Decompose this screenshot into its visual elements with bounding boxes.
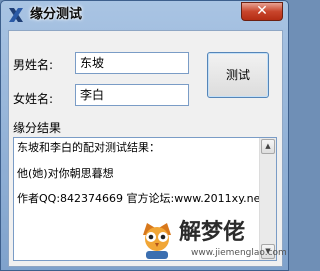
result-label: 缘分结果 (13, 121, 62, 135)
watermark-url: www.jiemenglao.com (191, 248, 287, 258)
result-line: 他(她)对你朝思暮想 (17, 167, 114, 180)
female-name-label: 女姓名: (13, 92, 54, 106)
male-name-label: 男姓名: (13, 58, 54, 72)
watermark-logo: 解梦佬 www.jiemenglao.com (137, 219, 287, 263)
watermark-name: 解梦佬 (179, 220, 246, 245)
test-button[interactable]: 测试 (207, 52, 269, 98)
result-line: 作者QQ:842374669 官方论坛:www.2011xy.net (17, 192, 265, 205)
window-title: 缘分测试 (30, 7, 83, 22)
close-icon: ✕ (256, 3, 268, 19)
client-area: 男姓名: 东坡 女姓名: 李白 测试 缘分结果 东坡和李白的配对测试结果： 他(… (8, 30, 287, 267)
scroll-up-arrow-icon[interactable]: ▲ (261, 139, 275, 154)
owl-mascot-icon (143, 223, 171, 259)
result-line: 东坡和李白的配对测试结果： (17, 141, 160, 154)
x-logo-icon (9, 8, 23, 22)
close-button[interactable]: ✕ (241, 2, 283, 21)
dialog-window: 缘分测试 ✕ 男姓名: 东坡 女姓名: 李白 测试 缘分结果 东坡和李白的配对测… (0, 0, 289, 271)
female-name-input[interactable]: 李白 (75, 84, 189, 106)
title-bar[interactable]: 缘分测试 ✕ (1, 1, 288, 29)
male-name-input[interactable]: 东坡 (75, 52, 189, 74)
